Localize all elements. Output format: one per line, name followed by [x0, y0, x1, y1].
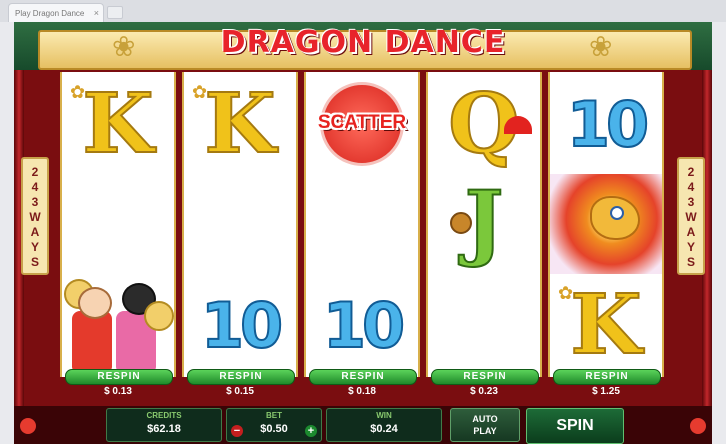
symbol-10-glyph: 10	[322, 288, 406, 363]
ways-char: 3	[687, 195, 695, 209]
respin-button-2[interactable]: RESPIN	[187, 369, 295, 385]
win-value: $0.24	[370, 423, 398, 435]
symbol-k: ✿ K	[62, 74, 174, 174]
browser-tab[interactable]: Play Dragon Dance ×	[8, 3, 104, 22]
mini-dragon-icon: ✿	[558, 283, 574, 303]
respin-cost-4: $ 0.23	[470, 386, 498, 397]
kid-head	[78, 287, 112, 319]
ways-char: S	[686, 255, 695, 269]
game-title: DRAGON DANCE	[220, 25, 506, 60]
respin-button-5[interactable]: RESPIN	[553, 369, 661, 385]
auto-play-button[interactable]: AUTO PLAY	[450, 408, 520, 442]
respin-button-3[interactable]: RESPIN	[309, 369, 417, 385]
win-panel: WIN $0.24	[326, 408, 442, 442]
new-tab-button[interactable]	[107, 6, 123, 19]
browser-tab-bar: Play Dragon Dance ×	[0, 0, 726, 22]
symbol-k: ✿ K	[184, 74, 296, 174]
mini-dragon-icon: ✿	[70, 82, 86, 102]
symbol-k: ✿ K	[550, 275, 662, 375]
symbol-j: J	[428, 172, 540, 272]
ways-char: 2	[687, 165, 695, 179]
mini-dragon-icon: ✿	[192, 82, 208, 102]
win-label: WIN	[376, 411, 392, 420]
bet-decrease-button[interactable]: −	[231, 425, 243, 437]
respin-button-4[interactable]: RESPIN	[431, 369, 539, 385]
fan-icon	[144, 301, 174, 331]
coin-icon	[450, 212, 472, 234]
dragon-eye-icon	[610, 206, 624, 220]
credits-panel: CREDITS $62.18	[106, 408, 222, 442]
ways-char: 3	[31, 195, 39, 209]
symbol-10: 10	[184, 275, 296, 375]
auto-play-label-line1: AUTO	[472, 414, 498, 424]
credits-value: $62.18	[147, 423, 181, 435]
bet-panel: BET $0.50 − +	[226, 408, 322, 442]
firecracker-icon: ✹	[318, 86, 332, 103]
symbol-10-glyph: 10	[566, 87, 650, 162]
browser-tab-title: Play Dragon Dance	[15, 9, 85, 18]
ways-char: 4	[687, 180, 695, 194]
ways-char: S	[30, 255, 39, 269]
red-fan-icon	[504, 116, 532, 134]
ways-char: Y	[30, 240, 39, 254]
credits-label: CREDITS	[146, 411, 182, 420]
control-bar: CREDITS $62.18 BET $0.50 − + WIN $0.24 A…	[14, 406, 712, 444]
respin-row: RESPIN $ 0.13 RESPIN $ 0.15 RESPIN $ 0.1…	[14, 369, 712, 405]
ways-char: 4	[31, 180, 39, 194]
ways-char: W	[685, 210, 697, 224]
spin-button[interactable]: SPIN	[526, 408, 624, 444]
reel-3: ✹ SCATTER 10	[304, 72, 420, 377]
ways-char: W	[29, 210, 41, 224]
symbol-10: 10	[306, 275, 418, 375]
reel-5: 10 ✿ K	[548, 72, 664, 377]
symbol-10: 10	[550, 74, 662, 174]
close-icon[interactable]: ×	[94, 4, 99, 22]
respin-button-1[interactable]: RESPIN	[65, 369, 173, 385]
reel-4: Q J	[426, 72, 542, 377]
ways-char: A	[686, 225, 696, 239]
pagoda-roof: ❀ ❀ DRAGON DANCE	[14, 22, 712, 70]
ways-char: 2	[31, 165, 39, 179]
reel-2: ✿ K 10	[182, 72, 298, 377]
slot-game: ❀ ❀ DRAGON DANCE 2 4 3 W A Y S 2 4 3 W A…	[14, 22, 712, 444]
respin-cost-3: $ 0.18	[348, 386, 376, 397]
ways-panel-right: 2 4 3 W A Y S	[677, 157, 705, 275]
dancing-kids-symbol	[62, 275, 174, 375]
dragon-wild-symbol	[550, 174, 662, 274]
symbol-q: Q	[428, 74, 540, 174]
scatter-label: SCATTER	[317, 112, 407, 133]
ways-char: Y	[686, 240, 695, 254]
respin-cost-5: $ 1.25	[592, 386, 620, 397]
reel-1: ✿ K	[60, 72, 176, 377]
ways-char: A	[30, 225, 40, 239]
bet-increase-button[interactable]: +	[305, 425, 317, 437]
scatter-symbol: ✹ SCATTER	[306, 74, 418, 174]
ways-panel-left: 2 4 3 W A Y S	[21, 157, 49, 275]
lantern-icon	[690, 418, 706, 434]
auto-play-label-line2: PLAY	[473, 426, 497, 436]
bet-label: BET	[266, 411, 282, 420]
lantern-icon	[20, 418, 36, 434]
kid-boy	[72, 311, 112, 371]
respin-cost-2: $ 0.15	[226, 386, 254, 397]
symbol-10-glyph: 10	[200, 288, 284, 363]
respin-cost-1: $ 0.13	[104, 386, 132, 397]
